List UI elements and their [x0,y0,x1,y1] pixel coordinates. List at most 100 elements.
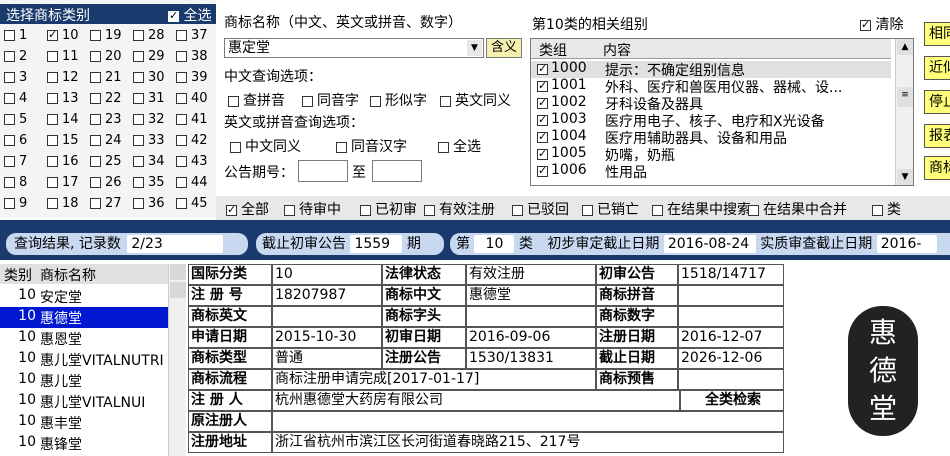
dropdown-arrow-icon[interactable]: ▼ [467,40,482,56]
group-row[interactable]: 1004医疗用辅助器具、设备和用品 [531,128,891,147]
filter-option[interactable]: 类 [872,199,901,219]
category-checkbox[interactable] [133,156,144,167]
scroll-thumb[interactable] [170,282,186,298]
trademark-name-input[interactable]: 惠定堂 ▼ [224,38,484,58]
gazette-to-input[interactable] [372,160,422,182]
cn-option-checkbox[interactable] [228,95,239,107]
filter-checkbox[interactable] [872,204,883,216]
category-checkbox[interactable] [90,198,101,209]
result-row[interactable]: 10 惠儿堂 [0,370,168,391]
group-checkbox[interactable] [537,146,548,162]
category-checkbox[interactable] [90,72,101,83]
category-checkbox[interactable] [133,114,144,125]
meaning-button[interactable]: 含义 [486,38,522,58]
side-button[interactable]: 报表 [924,124,950,148]
category-checkbox[interactable] [176,135,187,146]
side-button[interactable]: 商标 [924,156,950,180]
scroll-thumb[interactable]: ≡ [897,87,913,107]
category-checkbox[interactable] [90,93,101,104]
filter-checkbox[interactable] [748,204,759,216]
cn-option[interactable]: 查拼音 [228,90,285,110]
filter-checkbox[interactable] [284,204,295,216]
filter-checkbox[interactable] [652,204,663,216]
group-list[interactable]: 类组 内容 1000提示：不确定组别信息1001外科、医疗和兽医用仪器、器械、设… [530,38,914,186]
group-row[interactable]: 1003医疗用电子、核子、电疗和X光设备 [531,111,891,130]
category-checkbox[interactable] [4,177,15,188]
category-checkbox[interactable] [90,51,101,62]
category-checkbox[interactable] [176,198,187,209]
gazette-from-input[interactable] [298,160,348,182]
cn-option[interactable]: 同音字 [302,90,359,110]
side-button[interactable]: 停止 [924,90,950,114]
category-checkbox[interactable] [47,51,58,62]
category-checkbox[interactable] [133,93,144,104]
result-row[interactable]: 10 惠德堂 [0,307,168,328]
select-all-checkbox[interactable] [168,8,179,24]
category-40[interactable]: 40 [176,91,226,111]
category-checkbox[interactable] [133,177,144,188]
category-checkbox[interactable] [4,114,15,125]
group-checkbox[interactable] [537,61,548,77]
category-checkbox[interactable] [133,135,144,146]
scroll-down-icon[interactable]: ▼ [897,169,913,185]
group-row[interactable]: 1002牙科设备及器具 [531,94,891,113]
category-checkbox[interactable] [47,198,58,209]
category-checkbox[interactable] [176,72,187,83]
filter-checkbox[interactable] [360,204,371,216]
category-37[interactable]: 37 [176,28,226,48]
group-row[interactable]: 1000提示：不确定组别信息 [531,60,891,79]
en-option[interactable]: 同音汉字 [336,136,407,156]
result-row[interactable]: 10 惠锋堂 [0,433,168,454]
category-checkbox[interactable] [176,93,187,104]
en-option[interactable]: 中文同义 [230,136,301,156]
result-row[interactable]: 10 惠儿堂VITALNUTRI [0,349,168,370]
category-checkbox[interactable] [133,30,144,41]
group-checkbox[interactable] [537,95,548,111]
category-checkbox[interactable] [176,177,187,188]
scroll-up-icon[interactable] [170,264,186,280]
filter-checkbox[interactable] [512,204,523,216]
category-43[interactable]: 43 [176,154,226,174]
category-checkbox[interactable] [4,135,15,146]
category-checkbox[interactable] [176,51,187,62]
category-checkbox[interactable] [90,114,101,125]
filter-option[interactable]: 已销亡 [582,199,639,219]
filter-option[interactable]: 有效注册 [424,199,495,219]
group-checkbox[interactable] [537,129,548,145]
category-checkbox[interactable] [176,156,187,167]
cn-option[interactable]: 英文同义 [440,90,511,110]
category-checkbox[interactable] [47,72,58,83]
cn-option[interactable]: 形似字 [370,90,427,110]
category-42[interactable]: 42 [176,133,226,153]
filter-option[interactable]: 全部 [226,199,269,219]
category-checkbox[interactable] [47,177,58,188]
category-checkbox[interactable] [176,114,187,125]
category-41[interactable]: 41 [176,112,226,132]
category-checkbox[interactable] [4,93,15,104]
category-checkbox[interactable] [4,72,15,83]
category-checkbox[interactable] [90,135,101,146]
category-checkbox[interactable] [4,156,15,167]
group-row[interactable]: 1005奶嘴，奶瓶 [531,145,891,164]
category-checkbox[interactable] [90,30,101,41]
side-button[interactable]: 近似 [924,56,950,80]
side-button[interactable]: 相同 [924,22,950,46]
en-option-checkbox[interactable] [336,141,347,153]
group-checkbox[interactable] [537,78,548,94]
category-39[interactable]: 39 [176,70,226,90]
cn-option-checkbox[interactable] [440,95,451,107]
result-list[interactable]: 类别 商标名称 10 安定堂 10 惠德堂 10 惠恩堂 10 惠儿堂VITALNUTRI 10… [0,264,186,456]
category-checkbox[interactable] [4,51,15,62]
filter-checkbox[interactable] [582,204,593,216]
filter-option[interactable]: 在结果中合并 [748,199,847,219]
category-checkbox[interactable] [90,156,101,167]
group-row[interactable]: 1001外科、医疗和兽医用仪器、器械、设... [531,77,891,96]
scroll-up-icon[interactable]: ▲ [897,39,913,55]
result-scrollbar[interactable] [168,264,186,456]
category-checkbox[interactable] [90,177,101,188]
detail-all-class-search[interactable]: 全类检索 [680,390,784,411]
category-checkbox[interactable] [133,51,144,62]
clear-groups[interactable]: 清除 [860,14,903,34]
en-option-checkbox[interactable] [230,141,241,153]
category-38[interactable]: 38 [176,49,226,69]
